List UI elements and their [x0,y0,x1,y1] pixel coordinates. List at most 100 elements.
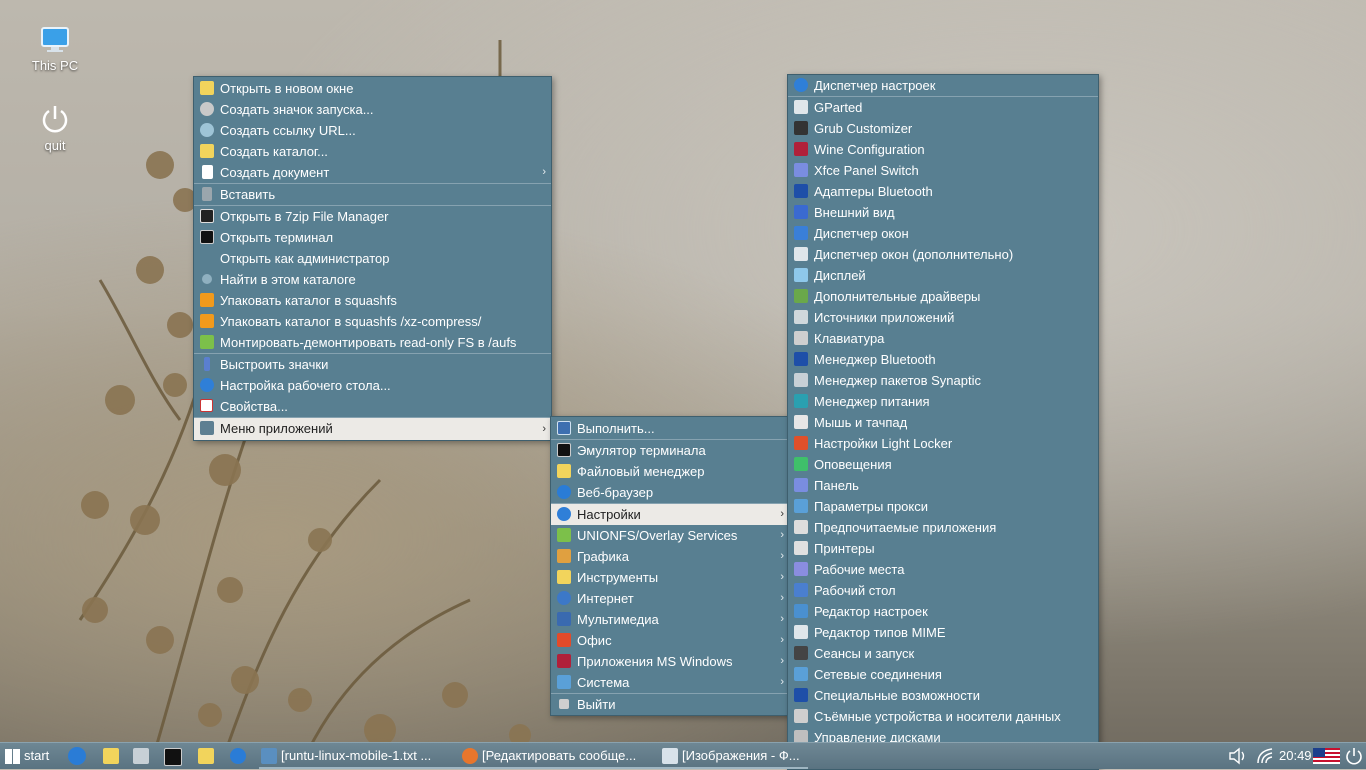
mouse-icon [794,415,808,429]
clock[interactable]: 20:49 [1279,743,1312,769]
task-firefox[interactable]: [Редактировать сообще... [460,745,678,769]
menu-item-settings-11[interactable]: Источники приложений [788,307,1098,328]
menu-item-ms-windows-apps[interactable]: Приложения MS Windows › [551,651,789,672]
menu-item-settings-5[interactable]: Адаптеры Bluetooth [788,181,1098,202]
menu-item-desktop-settings[interactable]: Настройка рабочего стола... [194,375,551,396]
menu-item-office[interactable]: Офис › [551,630,789,651]
package-manager-icon[interactable] [133,748,149,764]
menu-item-settings-17[interactable]: Настройки Light Locker [788,433,1098,454]
info-icon[interactable] [68,747,86,765]
menu-item-settings-19[interactable]: Панель [788,475,1098,496]
menu-item-multimedia[interactable]: Мультимедиа › [551,609,789,630]
internet-icon [557,591,571,605]
folder-icon [557,464,571,478]
menu-item-settings-21[interactable]: Предпочитаемые приложения [788,517,1098,538]
menu-item-pack-squashfs[interactable]: Упаковать каталог в squashfs [194,290,551,311]
menu-item-run[interactable]: Выполнить... [551,418,789,439]
menu-item-find-in-folder[interactable]: Найти в этом каталоге [194,269,551,290]
mount-icon [200,335,214,349]
gparted-icon [794,100,808,114]
menu-item-settings-20[interactable]: Параметры прокси [788,496,1098,517]
desktop-context-menu: Открыть в новом окне Создать значок запу… [193,76,552,441]
menu-item-internet[interactable]: Интернет › [551,588,789,609]
menu-item-open-new-window[interactable]: Открыть в новом окне [194,78,551,99]
terminal-icon[interactable] [164,748,182,766]
menu-item-open-7zip[interactable]: Открыть в 7zip File Manager [194,206,551,227]
menu-item-settings-10[interactable]: Дополнительные драйверы [788,286,1098,307]
menu-item-logout[interactable]: Выйти [551,694,789,715]
menu-item-mount-aufs[interactable]: Монтировать-демонтировать read-only FS в… [194,332,551,353]
web-browser-icon[interactable] [230,748,246,764]
menu-item-system[interactable]: Система › [551,672,789,693]
chevron-right-icon: › [780,613,784,625]
menu-item-terminal-emulator[interactable]: Эмулятор терминала [551,440,789,461]
menu-item-paste[interactable]: Вставить [194,184,551,205]
menu-item-settings-4[interactable]: Xfce Panel Switch [788,160,1098,181]
menu-item-settings-28[interactable]: Сетевые соединения [788,664,1098,685]
menu-item-settings-24[interactable]: Рабочий стол [788,580,1098,601]
us-flag-icon[interactable] [1313,748,1340,764]
graphics-icon [557,549,571,563]
preferred-apps-icon [794,520,808,534]
bluetooth-icon [794,184,808,198]
menu-item-settings-25[interactable]: Редактор настроек [788,601,1098,622]
menu-item-pack-squashfs-xz[interactable]: Упаковать каталог в squashfs /xz-compres… [194,311,551,332]
menu-item-unionfs[interactable]: UNIONFS/Overlay Services › [551,525,789,546]
desktop-icon-quit[interactable]: quit [20,104,90,153]
menu-item-settings-26[interactable]: Редактор типов MIME [788,622,1098,643]
tools-icon [557,570,571,584]
file-manager-icon[interactable] [103,748,119,764]
menu-item-settings-30[interactable]: Съёмные устройства и носители данных [788,706,1098,727]
menu-item-create-document[interactable]: Создать документ › [194,162,551,183]
settings-icon [200,378,214,392]
menu-item-settings-6[interactable]: Внешний вид [788,202,1098,223]
start-button[interactable]: start [2,743,62,769]
menu-item-settings-1[interactable]: GParted [788,97,1098,118]
menu-item-settings-12[interactable]: Клавиатура [788,328,1098,349]
menu-item-settings-15[interactable]: Менеджер питания [788,391,1098,412]
task-image-viewer[interactable]: [Изображения - Ф... [660,745,808,769]
multimedia-icon [557,612,571,626]
menu-item-settings-9[interactable]: Дисплей [788,265,1098,286]
menu-item-settings-13[interactable]: Менеджер Bluetooth [788,349,1098,370]
menu-item-create-folder[interactable]: Создать каталог... [194,141,551,162]
menu-item-arrange-icons[interactable]: Выстроить значки [194,354,551,375]
desktop-icon-label: This PC [31,58,79,73]
menu-item-file-manager[interactable]: Файловый менеджер [551,461,789,482]
power-manager-icon [794,394,808,408]
menu-item-settings-8[interactable]: Диспетчер окон (дополнительно) [788,244,1098,265]
menu-item-settings-16[interactable]: Мышь и тачпад [788,412,1098,433]
wifi-icon[interactable] [1256,747,1278,765]
menu-item-open-as-admin[interactable]: Открыть как администратор [194,248,551,269]
terminal-icon [200,230,214,244]
menu-item-web-browser[interactable]: Веб-браузер [551,482,789,503]
menu-item-settings-3[interactable]: Wine Configuration [788,139,1098,160]
document-icon [202,165,213,179]
menu-item-create-launcher[interactable]: Создать значок запуска... [194,99,551,120]
desktop-icon-this-pc[interactable]: This PC [20,26,90,73]
folder-icon[interactable] [198,748,214,764]
menu-item-settings[interactable]: Настройки › [551,504,789,525]
menu-item-settings-manager[interactable]: Диспетчер настроек [788,75,1098,96]
settings-manager-icon [794,78,808,92]
menu-item-open-terminal[interactable]: Открыть терминал [194,227,551,248]
menu-item-settings-18[interactable]: Оповещения [788,454,1098,475]
menu-item-settings-14[interactable]: Менеджер пакетов Synaptic [788,370,1098,391]
menu-item-settings-2[interactable]: Grub Customizer [788,118,1098,139]
menu-item-applications-menu[interactable]: Меню приложений › [194,418,551,440]
firefox-icon [462,748,478,764]
menu-item-create-url-link[interactable]: Создать ссылку URL... [194,120,551,141]
menu-item-properties[interactable]: Свойства... [194,396,551,417]
menu-item-settings-7[interactable]: Диспетчер окон [788,223,1098,244]
menu-item-settings-27[interactable]: Сеансы и запуск [788,643,1098,664]
archive-7z-icon [200,209,214,223]
menu-item-settings-22[interactable]: Принтеры [788,538,1098,559]
volume-icon[interactable] [1228,747,1248,765]
menu-item-settings-23[interactable]: Рабочие места [788,559,1098,580]
office-icon [557,633,571,647]
menu-item-tools[interactable]: Инструменты › [551,567,789,588]
menu-item-graphics[interactable]: Графика › [551,546,789,567]
task-text-editor[interactable]: [runtu-linux-mobile-1.txt ... [259,745,477,769]
menu-item-settings-29[interactable]: Специальные возможности [788,685,1098,706]
power-icon[interactable] [1345,747,1363,765]
